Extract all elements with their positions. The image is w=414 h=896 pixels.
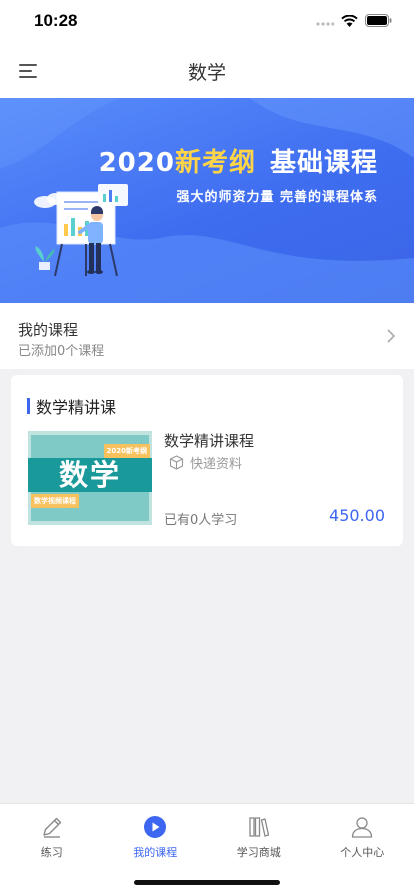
tab-label: 我的课程 xyxy=(133,846,178,859)
banner-title-accent: 新考纲 xyxy=(174,148,256,178)
course-learners: 已有0人学习 xyxy=(164,513,238,528)
thumbnail-badge-top: 2020新考纲 xyxy=(103,444,150,458)
section-accent-bar xyxy=(27,398,30,414)
package-icon xyxy=(169,455,184,470)
chevron-right-icon xyxy=(387,329,396,343)
course-price: 450.00 xyxy=(329,506,385,525)
banner-title-rest: 基础课程 xyxy=(269,148,378,178)
status-time: 10:28 xyxy=(34,11,78,30)
course-thumbnail[interactable]: 2020新考纲 数学 数学视频课程 xyxy=(28,431,152,525)
my-courses-row[interactable]: 我的课程 已添加0个课程 xyxy=(0,303,414,369)
promo-banner[interactable]: 2020新考纲 基础课程 强大的师资力量 完善的课程体系 xyxy=(0,98,414,303)
course-name[interactable]: 数学精讲课程 xyxy=(164,430,254,451)
tab-my-courses[interactable]: 我的课程 xyxy=(104,804,208,864)
battery-icon xyxy=(365,14,392,27)
thumbnail-badge-bottom: 数学视频课程 xyxy=(31,494,79,508)
pencil-icon xyxy=(43,817,61,838)
wifi-icon xyxy=(341,14,358,27)
course-section-card: 数学精讲课 2020新考纲 数学 数学视频课程 数学精讲课程 快递资料 已有0人… xyxy=(11,375,403,546)
my-courses-count: 已添加0个课程 xyxy=(18,344,105,359)
tab-profile[interactable]: 个人中心 xyxy=(311,804,414,864)
home-indicator xyxy=(134,880,280,885)
tab-practice[interactable]: 练习 xyxy=(0,804,104,864)
course-materials: 快递资料 xyxy=(169,453,242,472)
tab-label: 个人中心 xyxy=(340,846,385,859)
status-icons xyxy=(316,14,392,27)
page-title: 数学 xyxy=(187,62,226,84)
status-bar: 10:28 xyxy=(0,0,414,44)
nav-bar: 数学 xyxy=(0,44,414,98)
play-icon xyxy=(144,816,167,838)
thumbnail-title: 数学 xyxy=(58,458,121,492)
section-header: 数学精讲课 xyxy=(27,396,117,417)
signal-icon xyxy=(316,21,334,26)
my-courses-title: 我的课程 xyxy=(18,321,79,339)
banner-title: 2020新考纲 基础课程 xyxy=(99,142,378,179)
section-title: 数学精讲课 xyxy=(36,398,117,417)
course-materials-label: 快递资料 xyxy=(190,457,243,472)
person-icon xyxy=(352,817,373,838)
banner-subtitle: 强大的师资力量 完善的课程体系 xyxy=(176,190,378,205)
banner-title-year: 2020 xyxy=(98,148,175,178)
tab-store[interactable]: 学习商城 xyxy=(207,804,311,864)
tab-label: 学习商城 xyxy=(236,846,281,859)
books-icon xyxy=(249,817,269,837)
tab-label: 练习 xyxy=(40,846,63,859)
